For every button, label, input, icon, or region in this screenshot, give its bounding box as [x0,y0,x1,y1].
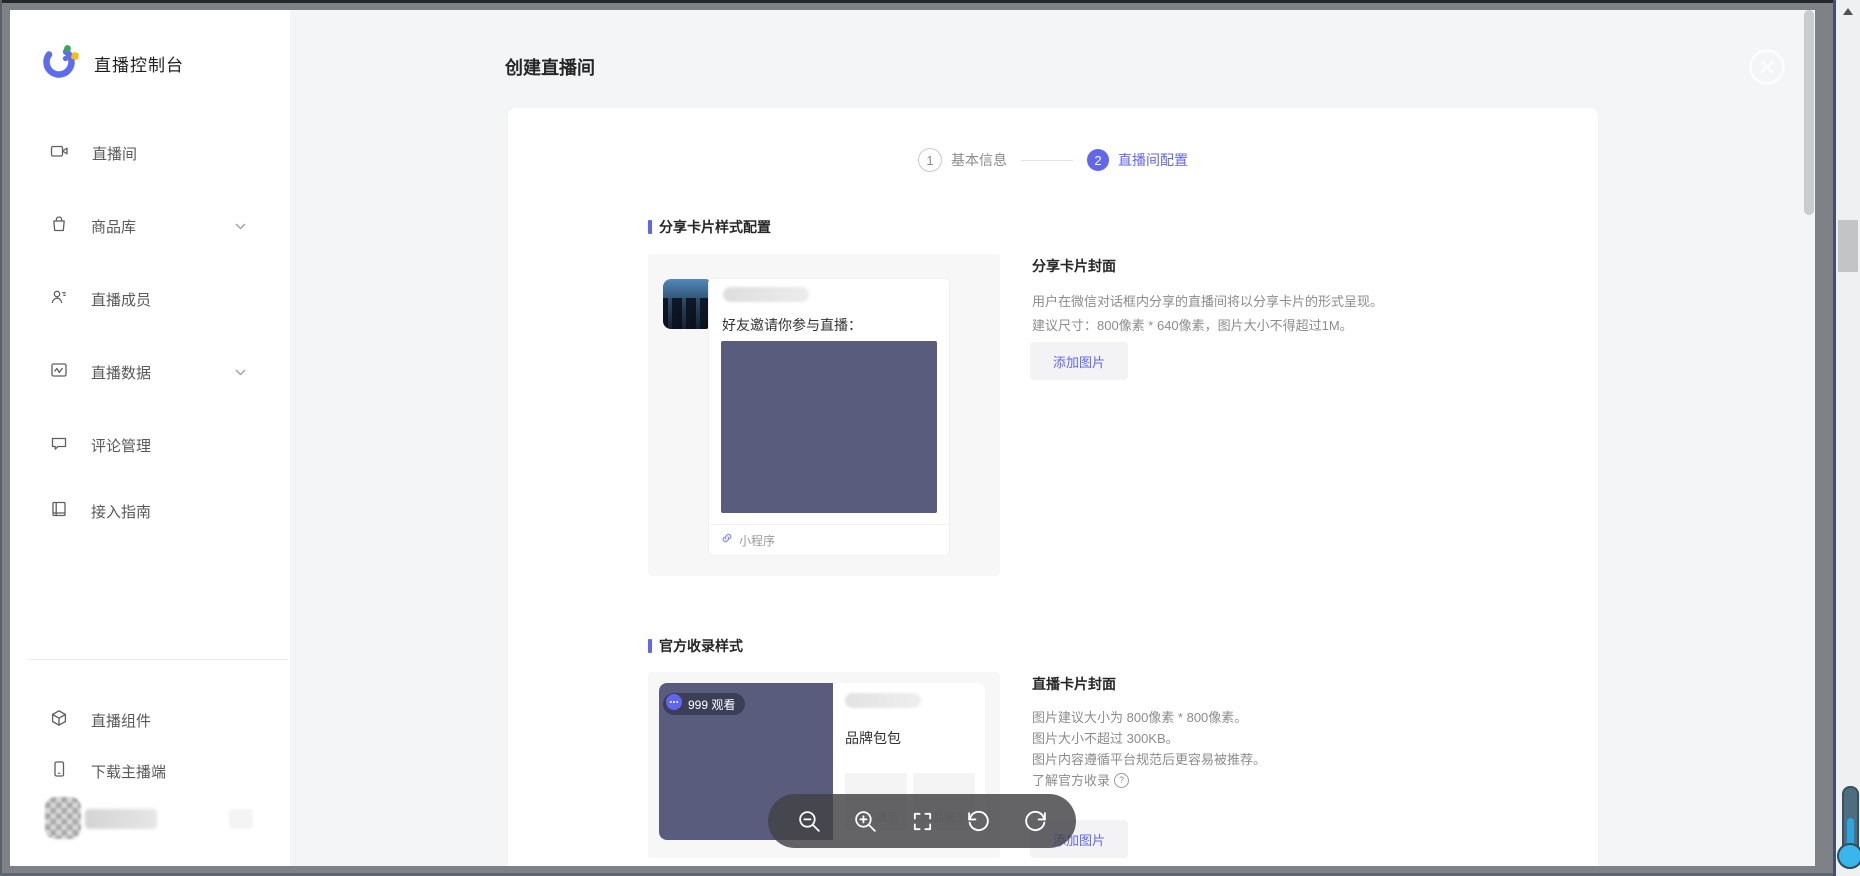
mini-program-footer: 小程序 [721,531,775,549]
viewer-count-label: 999 观看 [688,696,735,713]
anchor-name-redacted [845,693,921,708]
pen-cursor-tip [1837,843,1860,869]
chat-sender-name-redacted [723,287,809,302]
step-room-config[interactable]: 2 直播间配置 [1087,149,1188,171]
step-basic-info[interactable]: 1 基本信息 [918,148,1007,172]
question-mark-icon: ? [1114,773,1129,788]
room-title: 品牌包包 [845,728,901,748]
step-label: 基本信息 [951,150,1007,170]
info-title: 直播卡片封面 [1032,674,1572,694]
screen: 直播控制台 直播间 商品库 [0,0,1860,876]
app-window: 直播控制台 直播间 商品库 [10,10,1815,866]
viewer-count-badge: 999 观看 [663,693,745,715]
app-logo: 直播控制台 [40,38,270,88]
page-title: 创建直播间 [505,54,595,80]
sidebar-item-comment-management[interactable]: 评论管理 [50,430,270,460]
step-indicator: 1 基本信息 2 直播间配置 [508,148,1598,172]
sidebar-item-label: 直播间 [92,143,137,164]
user-name-redacted [85,809,157,829]
close-icon [1747,74,1787,91]
chart-icon [50,361,68,384]
section-accent-bar [648,220,652,234]
modal-scrollbar-thumb[interactable] [1804,10,1814,215]
member-icon [50,288,68,311]
main-area: 创建直播间 1 基本信息 [290,10,1815,866]
sidebar-item-live-data[interactable]: 直播数据 [50,357,270,387]
comment-icon [50,434,68,457]
live-card-info: 直播卡片封面 图片建议大小为 800像素 * 800像素。 图片大小不超过 30… [1032,674,1572,791]
share-card-preview-panel: 好友邀请你参与直播： 小程序 [648,254,1000,576]
rotate-right-icon[interactable] [1022,808,1048,834]
image-viewer-toolbar [768,794,1076,848]
create-room-card: 1 基本信息 2 直播间配置 分享卡片样式配置 [508,108,1598,866]
official-inclusion-help-link[interactable]: 了解官方收录 ? [1032,770,1572,791]
step-connector [1021,160,1073,161]
mini-program-label: 小程序 [739,532,775,549]
brand-logo-icon [40,41,80,86]
section-title: 分享卡片样式配置 [659,217,771,237]
sidebar-item-label: 商品库 [91,216,136,237]
info-title: 分享卡片封面 [1032,256,1572,276]
section-share-card-heading: 分享卡片样式配置 [648,219,771,235]
window-frame-left [0,0,2,876]
avatar [45,797,81,839]
step-number: 2 [1087,149,1109,171]
window-frame-top [0,0,1834,3]
user-profile[interactable] [45,797,275,841]
add-image-button-share-card[interactable]: 添加图片 [1030,342,1128,380]
info-line: 图片建议大小为 800像素 * 800像素。 [1032,707,1572,728]
sidebar-item-label: 直播数据 [91,362,151,383]
chat-avatar-image [663,279,713,329]
scroll-up-arrow-icon[interactable] [1843,8,1853,15]
chevron-down-icon[interactable] [235,363,246,381]
link-icon [721,531,733,549]
share-card-cover-placeholder [721,341,937,513]
share-card-info: 分享卡片封面 用户在微信对话框内分享的直播间将以分享卡片的形式呈现。 建议尺寸：… [1032,256,1572,338]
sidebar-divider [28,659,288,660]
sidebar-item-download-anchor-client[interactable]: 下载主播端 [50,756,270,786]
step-number: 1 [918,148,942,172]
sidebar-item-live-members[interactable]: 直播成员 [50,284,270,314]
browser-scrollbar [1836,0,1860,876]
bag-icon [50,215,68,238]
sidebar-item-label: 下载主播端 [91,761,166,782]
info-line: 图片大小不超过 300KB。 [1032,728,1572,749]
section-official-style-heading: 官方收录样式 [648,638,743,654]
info-line: 图片内容遵循平台规范后更容易被推荐。 [1032,749,1572,770]
live-dots-icon [666,694,682,715]
guide-icon [50,500,68,523]
cube-icon [50,709,68,732]
sidebar-item-live-room[interactable]: 直播间 [50,138,270,168]
chevron-down-icon[interactable] [235,217,246,235]
share-chat-card: 好友邀请你参与直播： 小程序 [709,279,949,555]
step-label: 直播间配置 [1118,150,1188,170]
camera-icon [50,142,69,165]
zoom-in-icon[interactable] [853,808,879,834]
app-title: 直播控制台 [94,51,184,76]
sidebar-item-product-library[interactable]: 商品库 [50,211,270,241]
sidebar-item-label: 直播成员 [91,289,151,310]
sidebar-item-live-component[interactable]: 直播组件 [50,705,270,735]
scrollbar-thumb[interactable] [1838,220,1858,272]
info-line: 建议尺寸：800像素 * 640像素，图片大小不得超过1M。 [1032,314,1572,338]
help-link-label: 了解官方收录 [1032,770,1110,791]
chat-invite-text: 好友邀请你参与直播： [722,315,862,335]
sidebar-item-label: 接入指南 [91,501,151,522]
chat-card-divider [709,524,949,525]
phone-icon [50,760,68,783]
sidebar-item-label: 评论管理 [91,435,151,456]
info-line: 用户在微信对话框内分享的直播间将以分享卡片的形式呈现。 [1032,290,1572,314]
zoom-out-icon[interactable] [796,808,822,834]
rotate-left-icon[interactable] [966,808,992,834]
sidebar: 直播控制台 直播间 商品库 [10,10,290,866]
section-title: 官方收录样式 [659,636,743,656]
close-button[interactable] [1747,47,1787,87]
sidebar-item-label: 直播组件 [91,710,151,731]
section-accent-bar [648,639,652,653]
sidebar-item-integration-guide[interactable]: 接入指南 [50,496,270,526]
user-badge-redacted [229,809,253,829]
fullscreen-icon[interactable] [909,808,935,834]
